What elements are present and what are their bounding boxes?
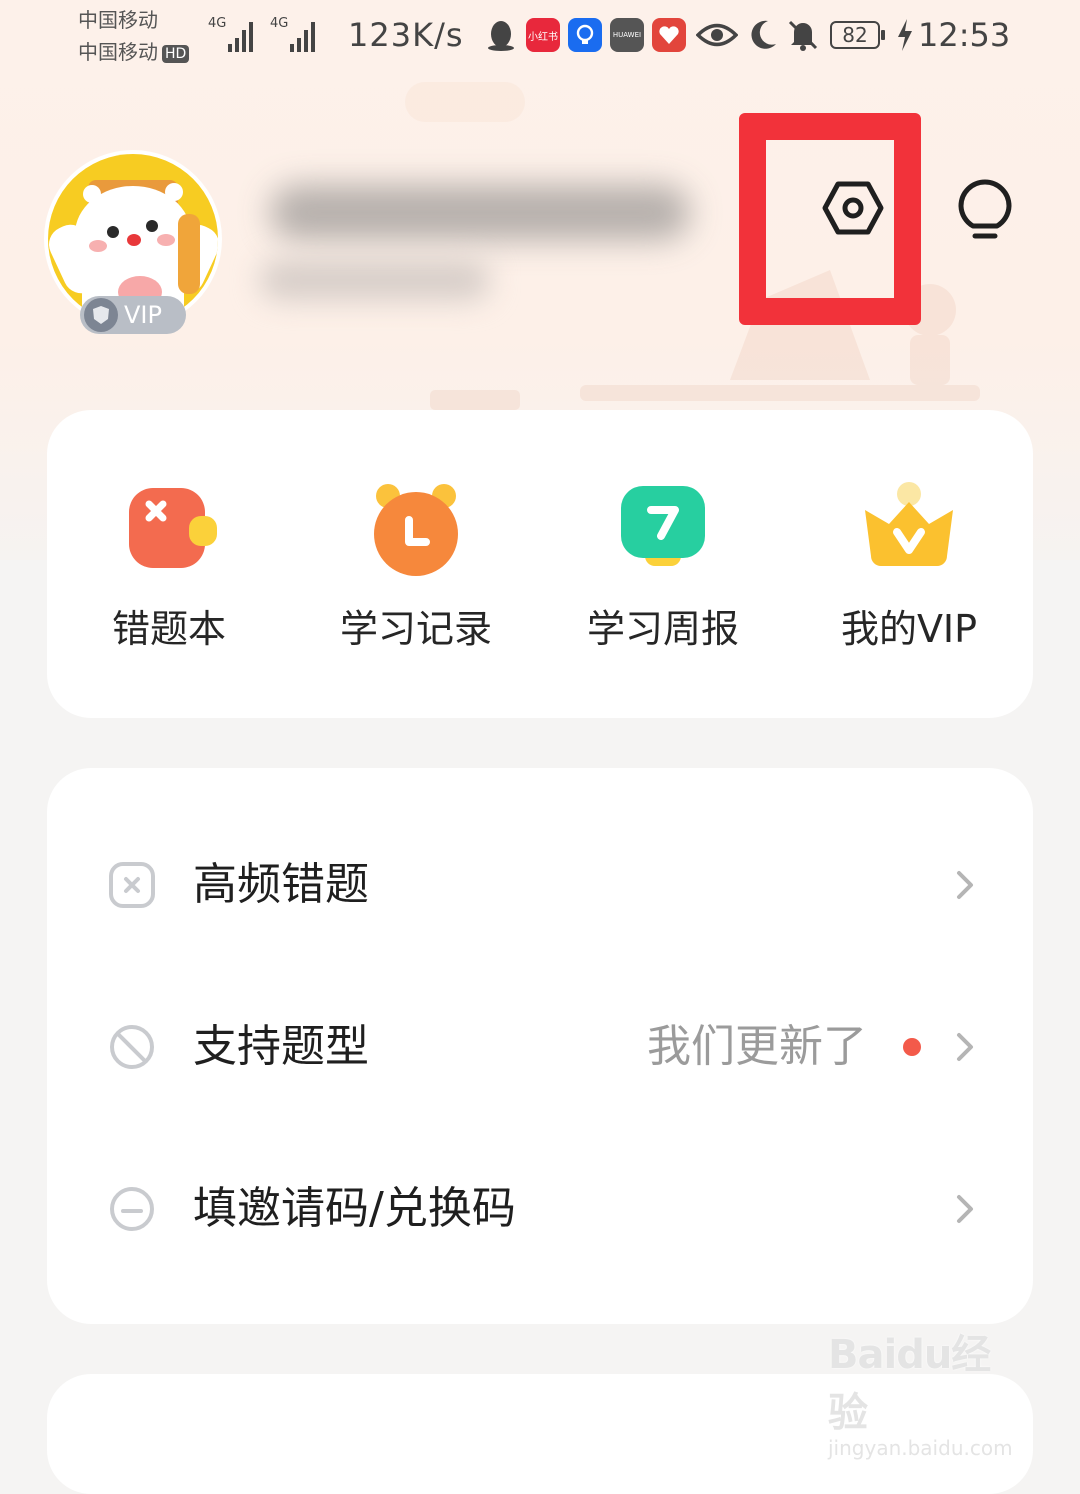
network-speed: 123K/s (348, 16, 464, 54)
message-bubble-icon (958, 179, 1012, 239)
new-update-dot (903, 1038, 921, 1056)
watermark-line-1: Baidu经验 (828, 1332, 991, 1436)
vip-shield-icon (84, 298, 118, 332)
signal-strength-2-icon: 4G (270, 16, 326, 52)
quick-action-label: 学习记录 (339, 607, 492, 651)
do-not-disturb-moon-icon (751, 20, 776, 49)
carrier-1: 中国移动 (78, 8, 158, 32)
menu-item-supported-types[interactable]: 支持题型 我们更新了 (47, 966, 1033, 1128)
update-note: 我们更新了 (647, 1021, 867, 1072)
xiaohongshu-icon: 小红书 (526, 18, 560, 52)
menu-item-label: 高频错题 (193, 859, 369, 910)
baidu-jingyan-watermark: Baidu经验 jingyan.baidu.com (828, 1322, 1028, 1460)
decor-cloud (405, 82, 525, 122)
xiaohongshu-label: 小红书 (528, 31, 558, 43)
vip-badge-label: VIP (124, 301, 162, 329)
settings-highlight-box (739, 113, 921, 325)
quick-action-my-vip[interactable]: 我的VIP (799, 480, 1019, 653)
hd-badge: HD (162, 44, 190, 63)
menu-item-invite-code[interactable]: 填邀请码/兑换码 (47, 1128, 1033, 1290)
weekly-report-calendar-icon (613, 480, 713, 580)
network-tag-1: 4G (208, 16, 227, 31)
huawei-store-icon: HUAWEI (610, 18, 644, 52)
shapes-icon (110, 1025, 154, 1069)
coupon-icon (110, 1187, 154, 1231)
menu-item-label: 支持题型 (193, 1021, 369, 1072)
huawei-label: HUAWEI (612, 31, 642, 39)
network-tag-2: 4G (270, 16, 289, 31)
battery-indicator: 82 (830, 21, 885, 49)
charging-bolt-icon (898, 19, 912, 51)
menu-item-frequent-mistakes[interactable]: 高频错题 (47, 804, 1033, 966)
qq-icon (488, 21, 514, 51)
quick-actions-card: 错题本 学习记录 学习周报 我的VIP (47, 410, 1033, 718)
watermark-line-2: jingyan.baidu.com (828, 1436, 1013, 1460)
mute-bell-icon (788, 20, 818, 51)
message-button[interactable] (948, 172, 1022, 246)
status-bar: 中国移动 中国移动 HD 4G 4G 123K/s 小红书 HUAWEI 82 1… (0, 0, 1080, 78)
quick-action-weekly-report[interactable]: 学习周报 (553, 480, 773, 653)
username-blurred (230, 160, 730, 350)
lightbulb-app-icon (568, 18, 602, 52)
eye-comfort-icon (696, 23, 738, 47)
carrier-2: 中国移动 HD (78, 40, 190, 64)
quick-action-label: 我的VIP (840, 607, 978, 651)
quick-action-wrong-book[interactable]: 错题本 (59, 480, 279, 653)
menu-card: 高频错题 支持题型 我们更新了 填邀请码/兑换码 (47, 768, 1033, 1324)
study-record-clock-icon (366, 480, 466, 580)
vip-status-badge[interactable]: VIP (80, 296, 186, 334)
signal-strength-1-icon: 4G (208, 16, 264, 52)
clock: 12:53 (918, 16, 1011, 54)
chevron-right-icon (957, 1033, 973, 1061)
chevron-right-icon (957, 871, 973, 899)
quick-action-study-record[interactable]: 学习记录 (306, 480, 526, 653)
vip-crown-icon (859, 480, 959, 580)
wrong-questions-book-icon (119, 480, 219, 580)
quick-action-label: 错题本 (111, 607, 226, 651)
chevron-right-icon (957, 1195, 973, 1223)
menu-item-label: 填邀请码/兑换码 (193, 1183, 516, 1234)
pinduoduo-icon (652, 18, 686, 52)
close-square-icon (109, 862, 155, 908)
carrier-2-label: 中国移动 (78, 40, 158, 64)
quick-action-label: 学习周报 (586, 607, 739, 651)
